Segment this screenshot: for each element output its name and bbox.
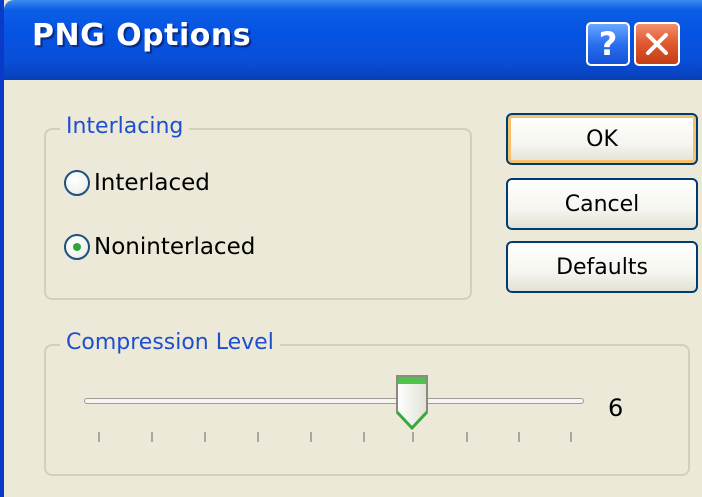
png-options-dialog: PNG Options ? Interlacing Interlaced Non…	[0, 0, 702, 497]
compression-value: 6	[608, 394, 624, 422]
interlacing-group: Interlacing	[44, 114, 472, 300]
title-bar[interactable]: PNG Options ?	[4, 0, 702, 80]
slider-tick	[98, 432, 100, 442]
slider-tick	[204, 432, 206, 442]
slider-tick	[570, 432, 572, 442]
radio-noninterlaced[interactable]: Noninterlaced	[64, 234, 255, 260]
slider-tick	[151, 432, 153, 442]
radio-noninterlaced-button[interactable]	[64, 234, 90, 260]
help-icon: ?	[598, 25, 618, 63]
close-button[interactable]	[634, 22, 680, 66]
defaults-button[interactable]: Defaults	[506, 241, 698, 293]
help-button[interactable]: ?	[586, 22, 630, 66]
close-icon	[646, 33, 668, 55]
slider-tick	[363, 432, 365, 442]
slider-tick	[310, 432, 312, 442]
slider-tick	[518, 432, 520, 442]
slider-tick	[257, 432, 259, 442]
radio-interlaced[interactable]: Interlaced	[64, 170, 210, 196]
radio-interlaced-button[interactable]	[64, 170, 90, 196]
slider-tick	[412, 432, 414, 442]
slider-tick	[466, 432, 468, 442]
ok-button[interactable]: OK	[506, 113, 698, 165]
radio-interlaced-label: Interlaced	[94, 170, 210, 196]
interlacing-legend: Interlacing	[60, 114, 190, 140]
compression-legend: Compression Level	[60, 330, 280, 356]
compression-group: Compression Level	[44, 330, 690, 476]
dialog-title: PNG Options	[32, 18, 252, 53]
compression-slider-thumb[interactable]	[394, 374, 430, 430]
cancel-button[interactable]: Cancel	[506, 178, 698, 230]
radio-noninterlaced-label: Noninterlaced	[94, 234, 256, 260]
compression-slider-track[interactable]	[84, 398, 584, 404]
